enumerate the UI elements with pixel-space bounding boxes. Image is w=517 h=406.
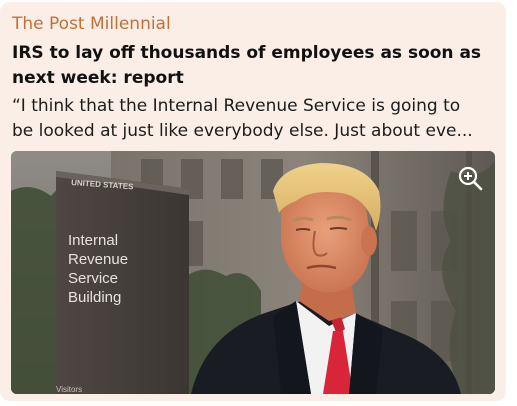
sign-footer-text: Visitors [56,385,82,394]
sign-text-line: Building [68,289,121,306]
news-card[interactable]: The Post Millennial IRS to lay off thous… [0,2,506,401]
zoom-in-icon [458,166,483,191]
sign-text-line: Service [68,270,118,287]
news-photo: UNITED STATES Internal Revenue Service B… [11,151,495,394]
excerpt-line: “I think that the Internal Revenue Servi… [12,96,461,116]
excerpt-line: be looked at just like everybody else. J… [12,121,473,141]
news-source[interactable]: The Post Millennial [12,14,171,34]
zoom-button[interactable] [453,161,487,195]
news-headline[interactable]: IRS to lay off thousands of employees as… [12,41,498,91]
sign-text-line: Revenue [68,251,128,268]
sign-text-line: Internal [68,232,118,249]
news-excerpt: “I think that the Internal Revenue Servi… [12,94,498,144]
news-image[interactable]: UNITED STATES Internal Revenue Service B… [11,151,495,394]
